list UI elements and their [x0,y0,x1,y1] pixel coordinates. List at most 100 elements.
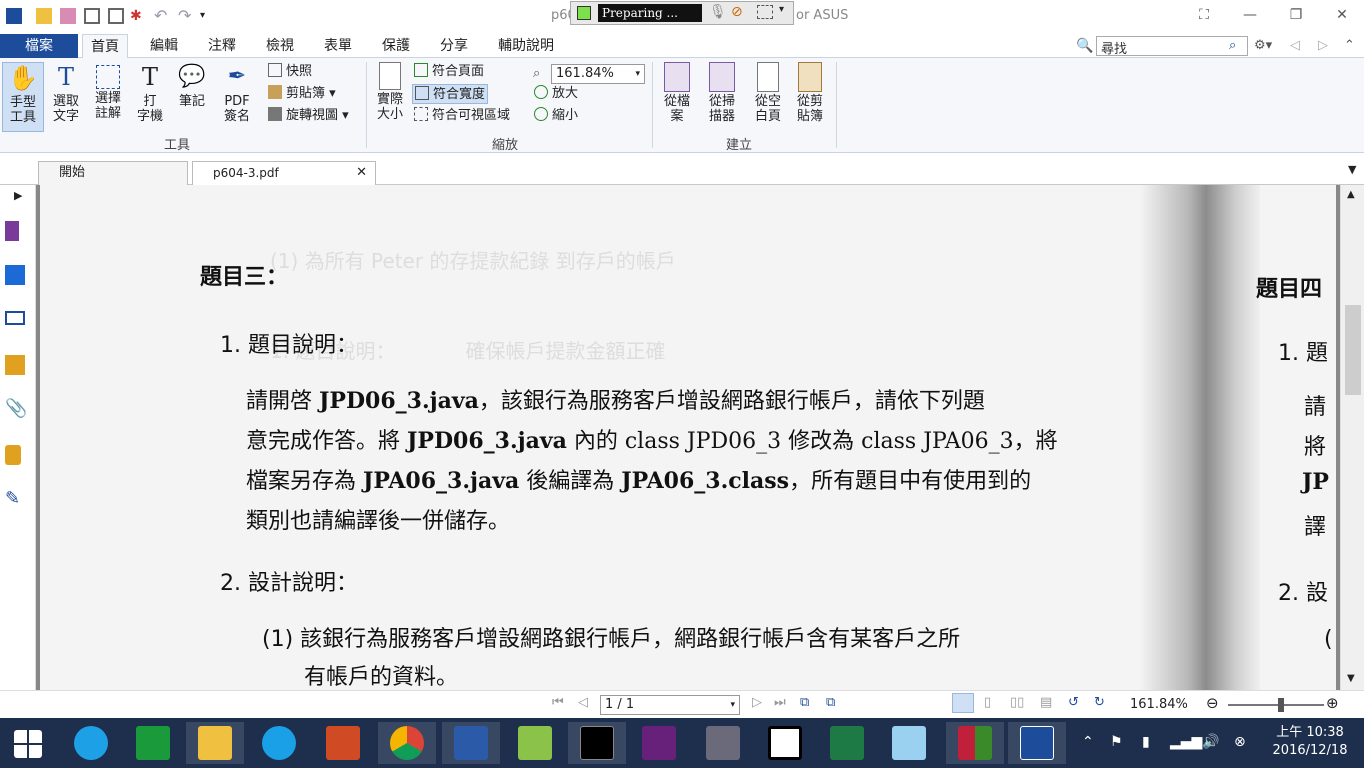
close-button[interactable]: ✕ [1322,4,1362,26]
search-input[interactable]: 尋找 ⌕ [1096,36,1248,57]
continuous-icon[interactable]: ▯ [984,695,991,710]
collapse-ribbon-icon[interactable]: ⌃ [1344,38,1355,53]
volume-icon[interactable]: 🔊 [1202,734,1219,750]
minimize-button[interactable]: — [1230,4,1270,26]
tab-pdf-document[interactable]: p604-3.pdf ✕ [192,161,376,185]
tab-home[interactable]: 首頁 [82,34,128,59]
zoom-out-status-icon[interactable]: ⊖ [1206,694,1219,712]
tab-help[interactable]: 輔助說明 [490,34,562,58]
page-number-input[interactable]: 1 / 1 ▾ [600,695,740,715]
taskbar-visual-studio[interactable] [630,722,688,764]
taskbar-powerpoint[interactable] [314,722,372,764]
create-from-file-button[interactable]: 從檔 案 [658,62,696,124]
create-from-clipboard-button[interactable]: 從剪 貼簿 [792,62,828,124]
create-from-scanner-button[interactable]: 從掃 描器 [700,62,744,124]
single-page-icon[interactable] [952,693,974,713]
previous-view-icon[interactable]: ⧉ [800,695,809,710]
taskbar-feather-app[interactable] [694,722,752,764]
tab-share[interactable]: 分享 [432,34,476,58]
close-tab-icon[interactable]: ✕ [356,162,367,184]
camera-off-icon[interactable]: ⊘ [731,4,743,20]
zoom-in-status-icon[interactable]: ⊕ [1326,694,1339,712]
select-annotation-button[interactable]: 選擇 註解 [88,62,128,121]
tab-form[interactable]: 表單 [316,34,360,58]
vertical-scrollbar[interactable]: ▲ ▼ [1340,185,1364,690]
scroll-down-icon[interactable]: ▼ [1347,673,1355,684]
actual-size-button[interactable]: 實際 大小 [372,62,408,122]
fit-width-button[interactable]: 符合寬度 [412,84,489,104]
signature-icon[interactable]: ✎ [5,489,25,509]
tab-list-dropdown-icon[interactable]: ▼ [1348,163,1356,176]
prev-result-icon[interactable]: ◁ [1290,38,1300,53]
clipboard-button[interactable]: 剪貼簿 ▾ [268,84,336,104]
taskbar-chrome[interactable] [378,722,436,764]
find-folder-icon[interactable]: 🔍 [1076,38,1093,54]
taskbar-notepad-plus[interactable] [506,722,564,764]
action-center-flag-icon[interactable]: ⚑ [1110,734,1123,750]
zoom-in-button[interactable]: 放大 [534,84,578,104]
zoom-select[interactable]: 161.84% ▾ [551,64,645,84]
microphone-icon[interactable]: 🎙 [709,4,727,20]
next-page-icon[interactable]: ▷ [752,695,762,710]
taskbar-7zip[interactable] [756,722,814,764]
fit-visible-button[interactable]: 符合可視區域 [414,106,510,126]
show-hidden-icons[interactable]: ⌃ [1082,734,1094,750]
new-icon[interactable]: ✱ [130,8,146,24]
tab-start[interactable]: 開始 [38,161,188,185]
next-view-icon[interactable]: ⧉ [826,695,835,710]
rotate-right-icon[interactable]: ↻ [1094,695,1105,710]
snapshot-button[interactable]: 快照 [268,62,312,82]
restore-button[interactable]: ❐ [1276,4,1316,26]
properties-icon[interactable] [108,8,124,24]
zoom-slider[interactable] [1228,698,1324,712]
taskbar-store[interactable] [124,722,182,764]
redo-icon[interactable]: ↷ [178,8,194,24]
facing-icon[interactable]: ▯▯ [1010,695,1024,710]
input-status-icon[interactable]: ⊗ [1234,734,1246,750]
rotate-left-icon[interactable]: ↺ [1068,695,1079,710]
taskbar-excel[interactable] [818,722,876,764]
battery-icon[interactable]: ▮ [1142,734,1150,750]
taskbar-skype[interactable] [250,722,308,764]
scrollbar-thumb[interactable] [1345,305,1361,395]
undo-icon[interactable]: ↶ [154,8,170,24]
start-button[interactable] [0,722,58,764]
taskbar-winrar[interactable] [946,722,1004,764]
fit-page-button[interactable]: 符合頁面 [414,62,484,82]
next-result-icon[interactable]: ▷ [1318,38,1328,53]
last-page-icon[interactable]: ⏭ [774,695,786,710]
taskbar-foxit-reader[interactable] [1008,722,1066,764]
settings-gear-icon[interactable]: ⚙▾ [1254,38,1272,53]
taskbar-file-explorer[interactable] [186,722,244,764]
create-blank-page-button[interactable]: 從空 白頁 [750,62,786,124]
taskbar-word[interactable] [442,722,500,764]
open-folder-icon[interactable] [36,8,52,24]
attachment-icon[interactable]: 📎 [5,399,27,419]
note-button[interactable]: 💬 筆記 [172,62,212,109]
taskbar-command-prompt[interactable] [568,722,626,764]
rotate-view-button[interactable]: 旋轉視圖 ▾ [268,106,349,126]
pdf-sign-button[interactable]: ✒ PDF 簽名 [214,62,260,124]
first-page-icon[interactable]: ⏮ [552,695,564,710]
search-icon[interactable]: ⌕ [1229,38,1236,53]
zoom-slider-thumb[interactable] [1277,698,1284,712]
expand-panel-icon[interactable]: ▶ [14,189,22,202]
hand-tool-button[interactable]: ✋ 手型 工具 [2,62,44,132]
typewriter-button[interactable]: T 打 字機 [130,62,170,124]
customize-dropdown-icon[interactable]: ▾ [200,8,216,24]
recorder-menu-icon[interactable]: ▾ [779,4,784,15]
document-view[interactable]: (1) 為所有 Peter 的存提款紀錄 到存戶的帳戶 1. 題目說明： 確保帳… [36,185,1340,690]
region-select-icon[interactable] [757,5,773,19]
layers-icon[interactable] [5,311,25,325]
tab-protect[interactable]: 保護 [374,34,418,58]
tab-view[interactable]: 檢視 [258,34,302,58]
save-icon[interactable] [60,8,76,24]
tab-comment[interactable]: 注釋 [200,34,244,58]
security-lock-icon[interactable] [5,445,21,465]
continuous-facing-icon[interactable]: ▤ [1040,695,1052,710]
bookmark-icon[interactable] [5,221,19,241]
print-icon[interactable] [84,8,100,24]
system-clock[interactable]: 上午 10:38 2016/12/18 [1264,724,1356,760]
pages-icon[interactable] [5,265,25,285]
taskbar-internet-explorer[interactable] [62,722,120,764]
